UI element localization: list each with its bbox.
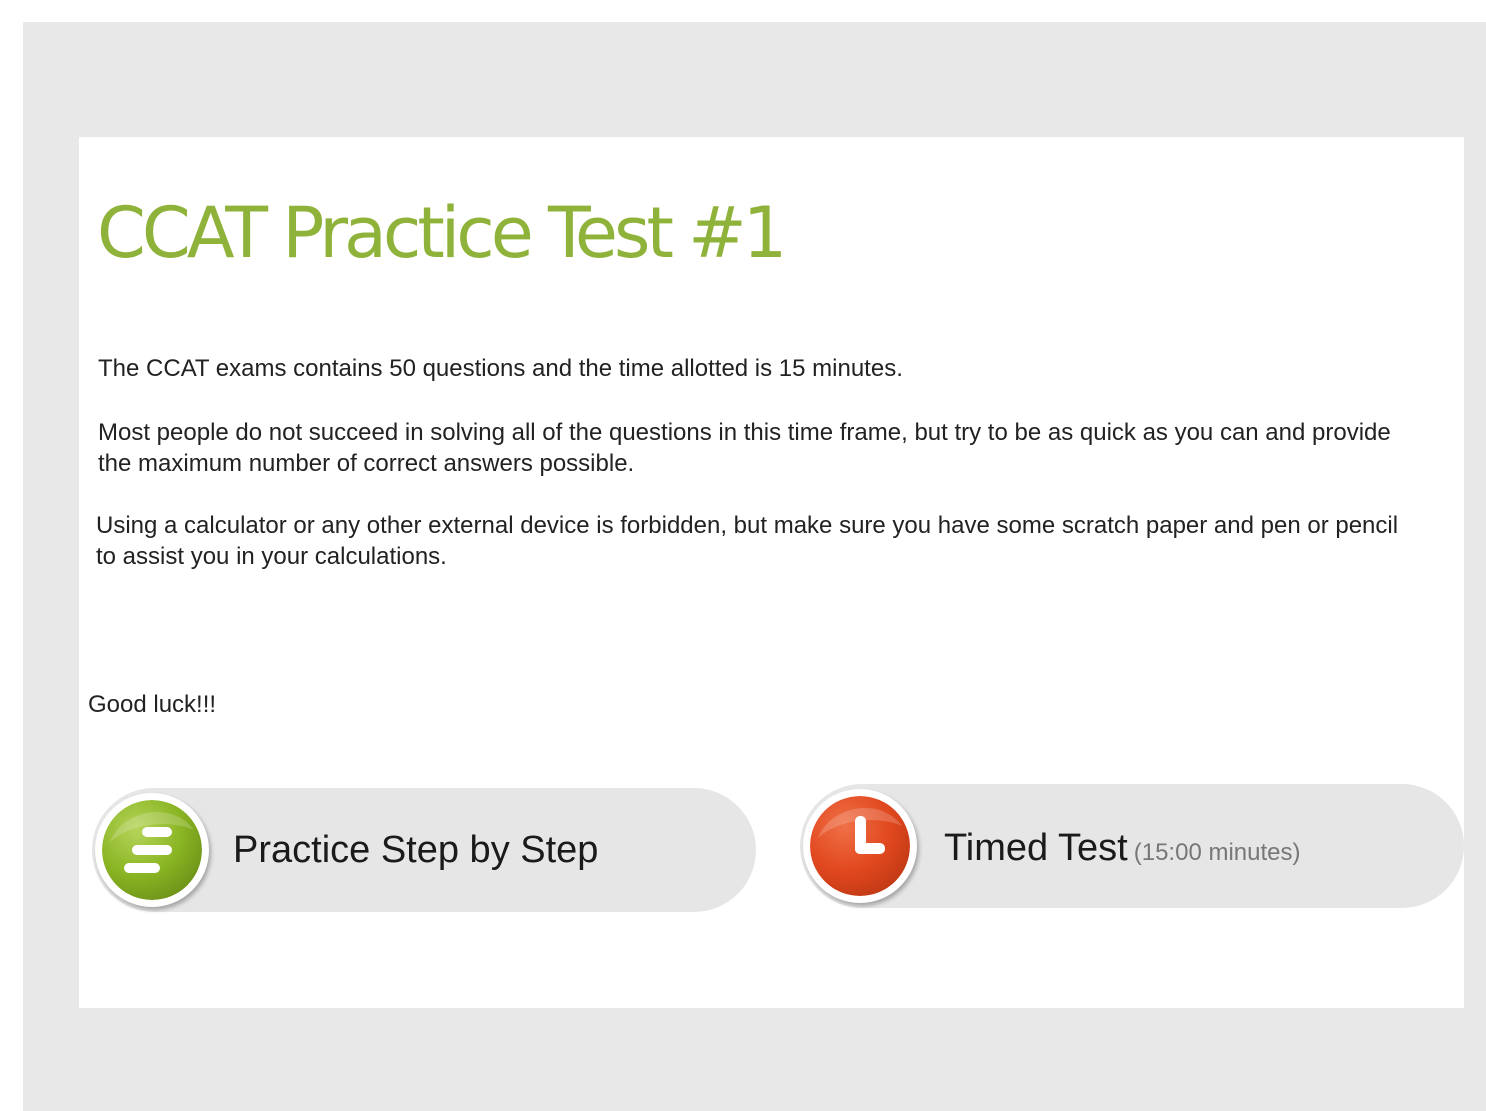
page-title: CCAT Practice Test #1 (97, 192, 787, 274)
intro-paragraph-calculator: Using a calculator or any other external… (96, 512, 1399, 570)
practice-step-by-step-button[interactable]: Practice Step by Step (92, 788, 756, 912)
timed-button-label: Timed Test (15:00 minutes) (944, 826, 1300, 875)
practice-button-label: Practice Step by Step (233, 829, 599, 871)
good-luck-text: Good luck!!! (88, 691, 217, 718)
timed-test-button[interactable]: Timed Test (15:00 minutes) (800, 784, 1464, 908)
timed-badge (803, 789, 917, 903)
intro-paragraph-timeframe: Most people do not succeed in solving al… (98, 419, 1391, 477)
clock-icon (810, 796, 910, 896)
timed-duration-label: (15:00 minutes) (1133, 839, 1301, 866)
list-lines-icon (102, 800, 202, 900)
timed-button-title: Timed Test (944, 827, 1128, 869)
practice-badge (95, 793, 209, 907)
intro-paragraph-questions: The CCAT exams contains 50 questions and… (98, 355, 903, 382)
